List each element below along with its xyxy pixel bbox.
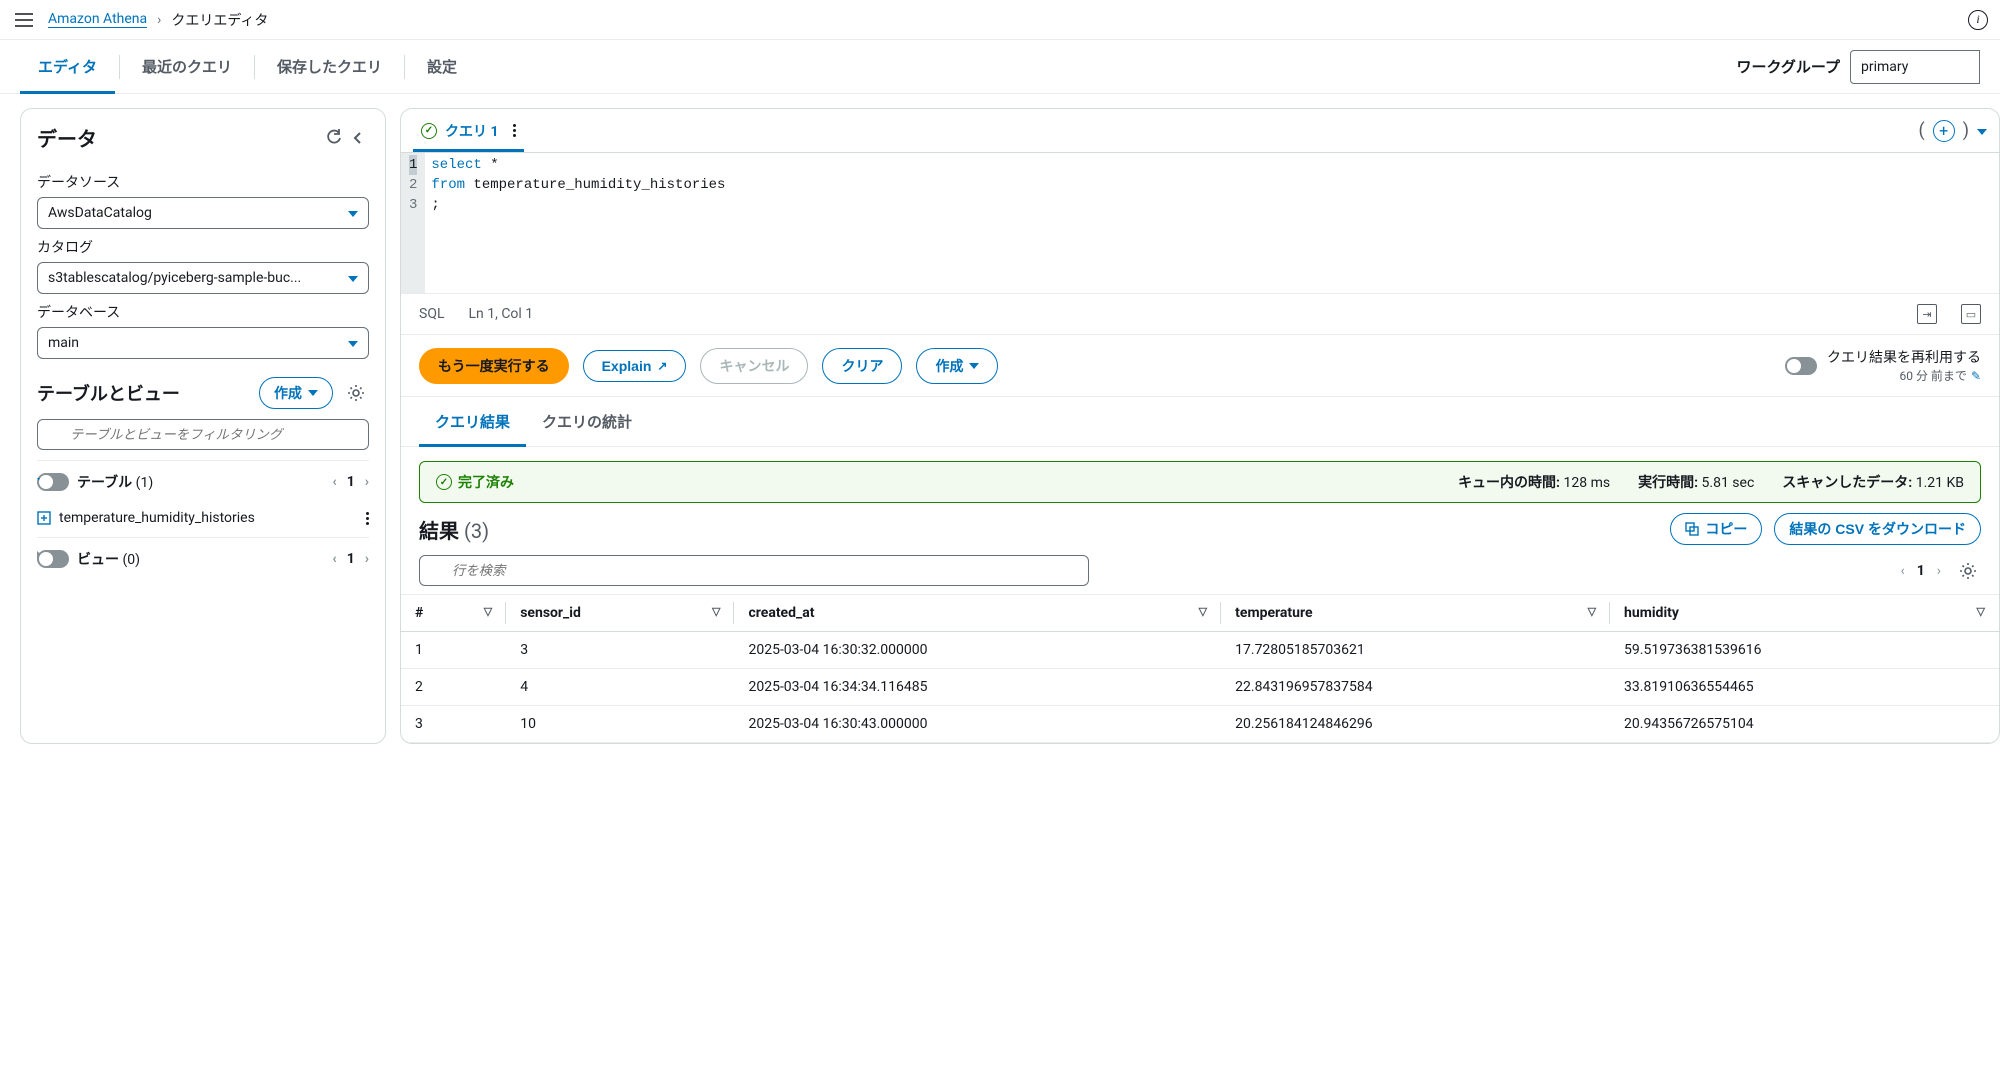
edit-icon[interactable]: ✎: [1971, 369, 1981, 383]
datasource-select[interactable]: AwsDataCatalog: [37, 197, 369, 229]
data-sidebar: データ データソース AwsDataCatalog カタログ s3tablesc…: [20, 108, 386, 744]
editor-code[interactable]: select * from temperature_humidity_histo…: [425, 153, 731, 293]
reuse-label: クエリ結果を再利用する: [1827, 347, 1981, 367]
sort-icon: ▽: [484, 605, 492, 618]
database-label: データベース: [37, 302, 369, 322]
cancel-button: キャンセル: [700, 348, 808, 384]
run-again-button[interactable]: もう一度実行する: [419, 348, 569, 384]
caret-down-icon[interactable]: [1977, 123, 1987, 139]
col-temperature[interactable]: temperature▽: [1221, 595, 1610, 632]
sort-icon: ▽: [1977, 605, 1985, 618]
col-created-at[interactable]: created_at▽: [734, 595, 1221, 632]
external-link-icon: ↗: [657, 359, 667, 373]
workgroup-select[interactable]: primary: [1850, 50, 1980, 84]
catalog-label: カタログ: [37, 237, 369, 257]
results-search-input[interactable]: [419, 555, 1089, 586]
tab-query-stats[interactable]: クエリの統計: [526, 397, 648, 446]
format-icon[interactable]: ⇥: [1917, 304, 1937, 324]
caret-down-icon: [308, 390, 318, 396]
tables-views-title: テーブルとビュー: [37, 380, 259, 406]
breadcrumb-service-link[interactable]: Amazon Athena: [48, 11, 147, 28]
explain-button[interactable]: Explain ↗: [583, 350, 687, 382]
success-icon: ✓: [436, 474, 452, 490]
table-item[interactable]: temperature_humidity_histories: [37, 501, 369, 535]
caret-down-icon: [348, 335, 358, 351]
sort-icon: ▽: [712, 605, 720, 618]
caret-down-icon: [969, 363, 979, 369]
download-csv-button[interactable]: 結果の CSV をダウンロード: [1774, 513, 1981, 545]
add-query-tab-button[interactable]: +: [1933, 120, 1955, 142]
sort-icon: ▽: [1588, 605, 1596, 618]
tab-settings[interactable]: 設定: [409, 40, 475, 93]
table-expand-icon[interactable]: [37, 511, 51, 525]
sort-icon: ▽: [1199, 605, 1207, 618]
col-index[interactable]: #▽: [401, 595, 506, 632]
create-dropdown-button[interactable]: 作成: [916, 348, 998, 384]
catalog-select[interactable]: s3tablescatalog/pyiceberg-sample-buc...: [37, 262, 369, 294]
gear-icon[interactable]: [1955, 558, 1981, 584]
views-tree-header[interactable]: ビュー (0) ‹ 1 ›: [37, 540, 369, 578]
breadcrumb-current: クエリエディタ: [171, 10, 268, 30]
query-tab-more-icon[interactable]: [513, 124, 516, 137]
next-page-icon[interactable]: ›: [365, 474, 369, 490]
refresh-icon[interactable]: [321, 125, 347, 151]
more-icon[interactable]: [360, 512, 369, 525]
breadcrumb: Amazon Athena › クエリエディタ: [48, 10, 268, 30]
gear-icon[interactable]: [343, 380, 369, 406]
copy-button[interactable]: コピー: [1670, 513, 1762, 545]
caret-down-icon: [348, 205, 358, 221]
next-page-icon[interactable]: ›: [365, 551, 369, 567]
results-title: 結果: [419, 519, 459, 543]
workgroup-label: ワークグループ: [1736, 56, 1840, 77]
fullscreen-icon[interactable]: ▭: [1961, 304, 1981, 324]
info-icon[interactable]: i: [1968, 10, 1988, 30]
next-page-icon[interactable]: ›: [1937, 563, 1941, 579]
caret-down-icon: [348, 270, 358, 286]
editor-lang: SQL: [419, 306, 444, 322]
prev-page-icon[interactable]: ‹: [332, 551, 336, 567]
sql-editor[interactable]: 123 select * from temperature_humidity_h…: [401, 153, 1999, 293]
menu-icon[interactable]: [12, 8, 36, 32]
chevron-right-icon: ›: [157, 12, 161, 28]
clear-button[interactable]: クリア: [822, 348, 902, 384]
table-row: 242025-03-04 16:34:34.11648522.843196957…: [401, 669, 1999, 706]
success-icon: ✓: [421, 123, 437, 139]
caret-down-icon: [37, 473, 69, 491]
editor-position: Ln 1, Col 1: [468, 306, 533, 322]
col-humidity[interactable]: humidity▽: [1610, 595, 1999, 632]
col-sensor-id[interactable]: sensor_id▽: [506, 595, 734, 632]
editor-gutter: 123: [401, 153, 425, 293]
datasource-label: データソース: [37, 172, 369, 192]
tab-query-results[interactable]: クエリ結果: [419, 397, 526, 446]
sidebar-title: データ: [37, 123, 321, 152]
tab-recent-queries[interactable]: 最近のクエリ: [124, 40, 250, 93]
tab-saved-queries[interactable]: 保存したクエリ: [259, 40, 400, 93]
table-row: 132025-03-04 16:30:32.00000017.728051857…: [401, 632, 1999, 669]
tables-tree-header[interactable]: テーブル (1) ‹ 1 ›: [37, 463, 369, 501]
prev-page-icon[interactable]: ‹: [1901, 563, 1905, 579]
collapse-sidebar-icon[interactable]: [347, 127, 369, 149]
query-status-bar: ✓ 完了済み キュー内の時間: 128 ms 実行時間: 5.81 sec スキ…: [419, 461, 1981, 503]
reuse-results-toggle[interactable]: [1785, 357, 1817, 375]
create-button[interactable]: 作成: [259, 377, 333, 409]
results-table: #▽ sensor_id▽ created_at▽ temperature▽ h…: [401, 594, 1999, 743]
tab-editor[interactable]: エディタ: [20, 40, 115, 93]
database-select[interactable]: main: [37, 327, 369, 359]
tables-filter-input[interactable]: [37, 419, 369, 450]
prev-page-icon[interactable]: ‹: [332, 474, 336, 490]
table-row: 3102025-03-04 16:30:43.00000020.25618412…: [401, 706, 1999, 743]
copy-icon: [1685, 522, 1699, 536]
query-tab-1[interactable]: ✓ クエリ 1: [413, 111, 524, 151]
caret-right-icon: [37, 550, 69, 568]
